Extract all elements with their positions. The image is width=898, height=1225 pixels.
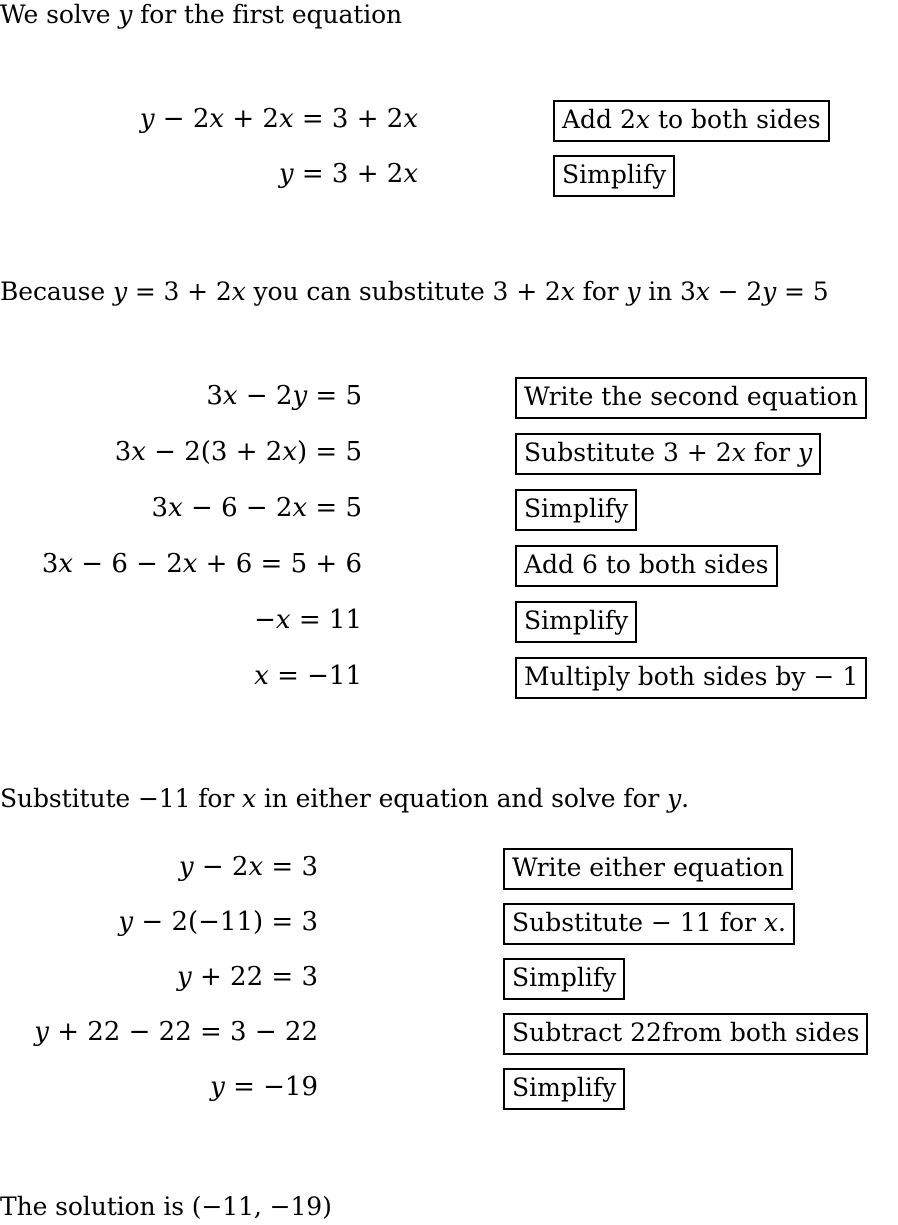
justification-box-wrapper: Simplify (515, 601, 638, 643)
equation-expression: 3x − 2y = 5 (206, 381, 362, 411)
equation-row: y = −19 Simplify (0, 1068, 898, 1123)
justification-box-wrapper: Multiply both sides by − 1 (515, 657, 868, 699)
justification-box-wrapper: Add 6 to both sides (515, 545, 778, 587)
solution-text-content: The solution is (−11, −19) (0, 1192, 332, 1221)
equation-row: x = −11 Multiply both sides by − 1 (0, 657, 898, 713)
equation-row: 3x − 6 − 2x + 6 = 5 + 6 Add 6 to both si… (0, 545, 898, 601)
justification-box: Substitute − 11 for x. (503, 903, 795, 945)
justification-box-wrapper: Substitute − 11 for x. (503, 903, 795, 945)
justification-box: Simplify (553, 155, 676, 197)
equation-row: −x = 11 Simplify (0, 601, 898, 657)
substitute-text: Substitute −11 for x in either equation … (0, 786, 689, 811)
equation-row: y = 3 + 2x Simplify (0, 155, 898, 210)
intro-text: We solve y for the first equation (0, 2, 402, 27)
justification-box-wrapper: Simplify (553, 155, 676, 197)
equation-row: 3x − 2y = 5 Write the second equation (0, 377, 898, 433)
intro-text-content: We solve y for the first equation (0, 0, 403, 29)
justification-box: Simplify (515, 489, 638, 531)
equation-row: y + 22 = 3 Simplify (0, 958, 898, 1013)
because-text-content: Because y = 3 + 2x you can substitute 3 … (0, 277, 829, 306)
justification-box: Simplify (515, 601, 638, 643)
justification-box: Multiply both sides by − 1 (515, 657, 868, 699)
equation-row: 3x − 6 − 2x = 5 Simplify (0, 489, 898, 545)
justification-box: Write either equation (503, 848, 793, 890)
justification-box-wrapper: Simplify (515, 489, 638, 531)
justification-box: Add 2x to both sides (553, 100, 830, 142)
substitute-text-content: Substitute −11 for x in either equation … (0, 784, 690, 813)
equation-expression: y − 2(−11) = 3 (118, 907, 318, 937)
equation-expression: x = −11 (254, 661, 362, 691)
justification-box: Write the second equation (515, 377, 867, 419)
justification-box-wrapper: Simplify (503, 958, 626, 1000)
equation-row: 3x − 2(3 + 2x) = 5 Substitute 3 + 2x for… (0, 433, 898, 489)
equation-expression: 3x − 6 − 2x = 5 (151, 493, 362, 523)
equation-row: y − 2x = 3 Write either equation (0, 848, 898, 903)
section-solve-for-x: 3x − 2y = 5 Write the second equation 3x… (0, 377, 898, 713)
solution-text: The solution is (−11, −19) (0, 1194, 332, 1219)
justification-box: Simplify (503, 1068, 626, 1110)
justification-box-wrapper: Simplify (503, 1068, 626, 1110)
justification-box: Subtract 22from both sides (503, 1013, 869, 1055)
because-text: Because y = 3 + 2x you can substitute 3 … (0, 279, 829, 304)
equation-row: y − 2(−11) = 3 Substitute − 11 for x. (0, 903, 898, 958)
justification-box-wrapper: Subtract 22from both sides (503, 1013, 869, 1055)
equation-expression: y + 22 = 3 (177, 962, 318, 992)
section-solve-for-y: y − 2x + 2x = 3 + 2x Add 2x to both side… (0, 100, 898, 210)
section-back-substitute: y − 2x = 3 Write either equation y − 2(−… (0, 848, 898, 1123)
equation-row: y + 22 − 22 = 3 − 22 Subtract 22from bot… (0, 1013, 898, 1068)
equation-expression: y − 2x = 3 (178, 852, 318, 882)
equation-expression: 3x − 6 − 2x + 6 = 5 + 6 (41, 549, 362, 579)
equation-expression: y = 3 + 2x (278, 159, 418, 189)
justification-box-wrapper: Write either equation (503, 848, 793, 890)
equation-expression: y = −19 (210, 1072, 318, 1102)
equation-expression: y + 22 − 22 = 3 − 22 (34, 1017, 318, 1047)
justification-box-wrapper: Substitute 3 + 2x for y (515, 433, 822, 475)
justification-box: Simplify (503, 958, 626, 1000)
equation-expression: y − 2x + 2x = 3 + 2x (139, 104, 418, 134)
justification-box-wrapper: Add 2x to both sides (553, 100, 830, 142)
equation-row: y − 2x + 2x = 3 + 2x Add 2x to both side… (0, 100, 898, 155)
equation-expression: −x = 11 (254, 605, 362, 635)
equation-expression: 3x − 2(3 + 2x) = 5 (114, 437, 362, 467)
justification-box-wrapper: Write the second equation (515, 377, 867, 419)
justification-box: Substitute 3 + 2x for y (515, 433, 822, 475)
justification-box: Add 6 to both sides (515, 545, 778, 587)
